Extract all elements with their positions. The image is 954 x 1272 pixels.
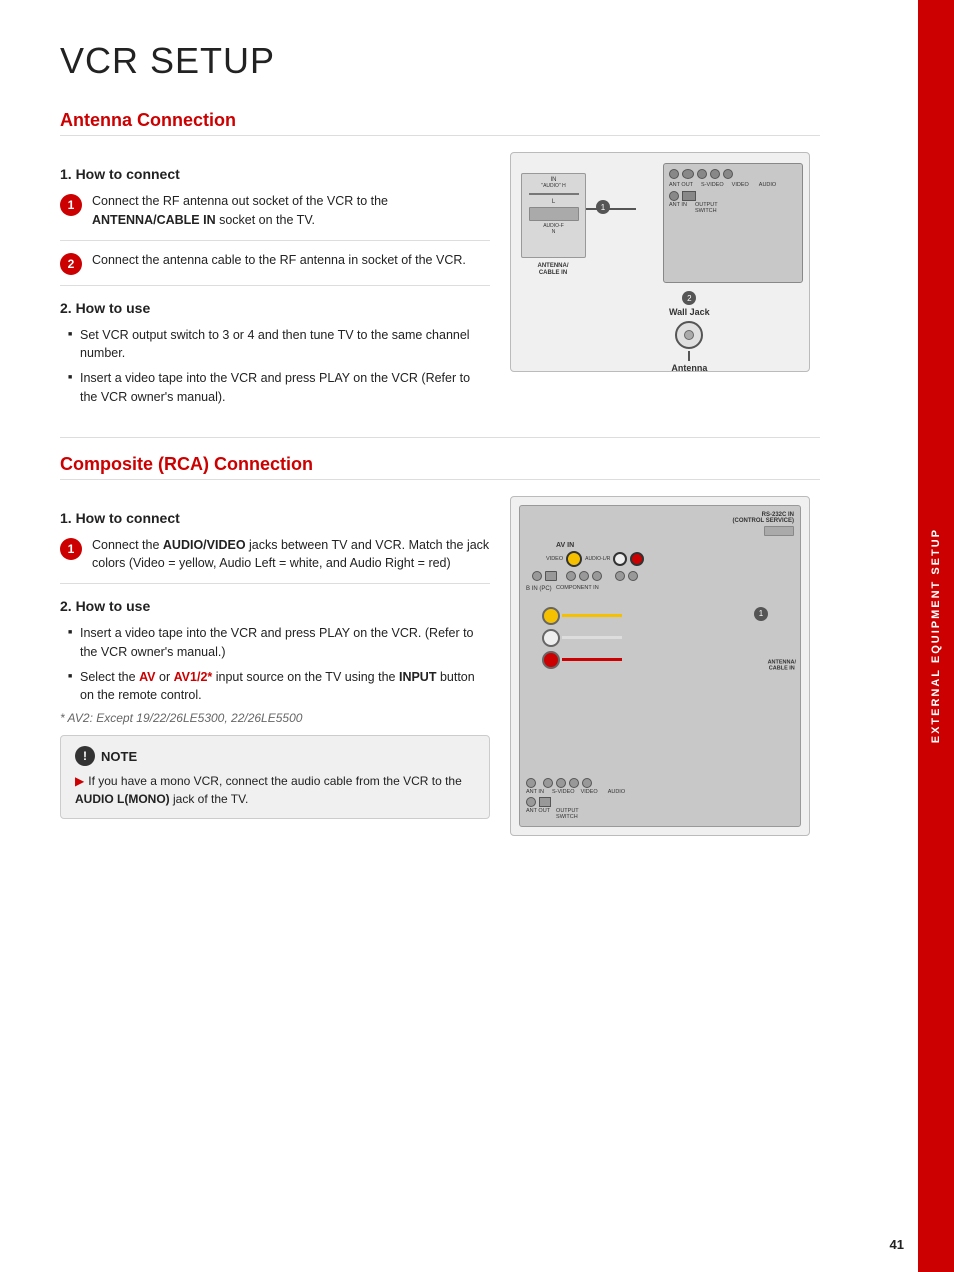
antenna-step-2: 2 Connect the antenna cable to the RF an…: [60, 251, 490, 286]
section-composite: Composite (RCA) Connection 1. How to con…: [60, 454, 820, 836]
composite-two-col: 1. How to connect 1 Connect the AUDIO/VI…: [60, 496, 820, 836]
composite-use-item-1: Insert a video tape into the VCR and pre…: [68, 624, 490, 662]
antenna-connect-title: 1. How to connect: [60, 166, 490, 182]
antenna-diagram: IN "AUDIO" H L AUDIO-F N ANTENNA/CABLE I…: [510, 152, 820, 413]
page-number: 41: [890, 1237, 904, 1252]
composite-use-list: Insert a video tape into the VCR and pre…: [60, 624, 490, 705]
antenna-use-item-1: Set VCR output switch to 3 or 4 and then…: [68, 326, 490, 364]
composite-connect-title: 1. How to connect: [60, 510, 490, 526]
antenna-use-item-2: Insert a video tape into the VCR and pre…: [68, 369, 490, 407]
composite-step-num-1: 1: [60, 538, 82, 560]
note-header: ! NOTE: [75, 746, 475, 766]
section-antenna-title: Antenna Connection: [60, 110, 820, 136]
section-antenna: Antenna Connection 1. How to connect 1 C…: [60, 110, 820, 413]
footnote: * AV2: Except 19/22/26LE5300, 22/26LE550…: [60, 711, 490, 725]
composite-use-title: 2. How to use: [60, 598, 490, 614]
composite-step-1: 1 Connect the AUDIO/VIDEO jacks between …: [60, 536, 490, 585]
note-label: NOTE: [101, 749, 137, 764]
step-num-2: 2: [60, 253, 82, 275]
note-text: ▶If you have a mono VCR, connect the aud…: [75, 772, 475, 808]
composite-use-item-2: Select the AV or AV1/2* input source on …: [68, 668, 490, 706]
antenna-use-list: Set VCR output switch to 3 or 4 and then…: [60, 326, 490, 407]
composite-diagram: RS-232C IN(CONTROL SERVICE) AV IN VIDEO …: [510, 496, 820, 836]
note-box: ! NOTE ▶If you have a mono VCR, connect …: [60, 735, 490, 819]
step-num-1: 1: [60, 194, 82, 216]
antenna-use-title: 2. How to use: [60, 300, 490, 316]
divider-1: [60, 437, 820, 438]
antenna-two-col: 1. How to connect 1 Connect the RF anten…: [60, 152, 820, 413]
antenna-step-1: 1 Connect the RF antenna out socket of t…: [60, 192, 490, 241]
page-title: VCR SETUP: [60, 40, 820, 82]
composite-left-col: 1. How to connect 1 Connect the AUDIO/VI…: [60, 496, 490, 836]
right-sidebar: EXTERNAL EQUIPMENT SETUP: [918, 0, 954, 1272]
antenna-left-col: 1. How to connect 1 Connect the RF anten…: [60, 152, 490, 413]
note-icon: !: [75, 746, 95, 766]
section-composite-title: Composite (RCA) Connection: [60, 454, 820, 480]
step-2-text: Connect the antenna cable to the RF ante…: [92, 251, 466, 270]
main-content: VCR SETUP Antenna Connection 1. How to c…: [0, 0, 870, 900]
step-1-text: Connect the RF antenna out socket of the…: [92, 192, 490, 230]
sidebar-label: EXTERNAL EQUIPMENT SETUP: [930, 528, 942, 743]
composite-step-1-text: Connect the AUDIO/VIDEO jacks between TV…: [92, 536, 490, 574]
